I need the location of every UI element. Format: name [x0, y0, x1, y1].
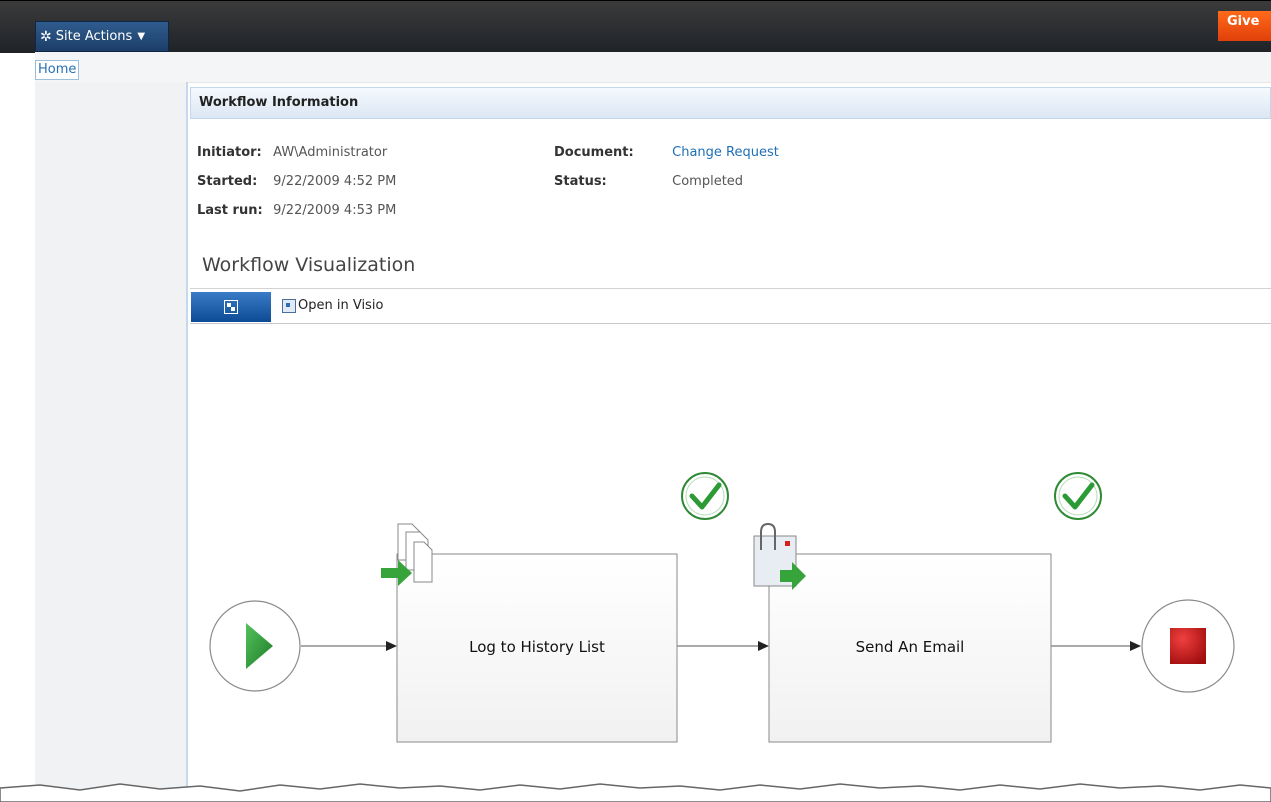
- status-field: Status: Completed: [554, 174, 743, 189]
- workflow-information-header: Workflow Information: [190, 87, 1271, 119]
- home-link[interactable]: Home: [35, 60, 79, 80]
- step-email-label: Send An Email: [856, 638, 965, 656]
- document-link[interactable]: Change Request: [672, 145, 779, 160]
- checkmark-icon: [681, 472, 729, 520]
- workflow-visualization-title: Workflow Visualization: [202, 254, 416, 276]
- breadcrumb: Home: [35, 52, 1271, 83]
- give-feedback-button[interactable]: Give: [1218, 11, 1271, 41]
- initiator-label: Initiator:: [197, 145, 262, 160]
- last-run-label: Last run:: [197, 203, 263, 218]
- top-bar: ✲ Site Actions ▼ Give: [0, 0, 1271, 53]
- connector-email-to-end: [1051, 641, 1141, 651]
- chevron-down-icon: ▼: [137, 31, 146, 42]
- document-label: Document:: [554, 145, 634, 160]
- site-actions-label: Site Actions: [55, 29, 133, 44]
- document-field: Document: Change Request: [554, 145, 779, 160]
- step-log-to-history[interactable]: Log to History List: [396, 553, 678, 743]
- started-field: Started: 9/22/2009 4:52 PM: [197, 174, 396, 189]
- visio-icon: [282, 298, 296, 313]
- workflow-diagram: Log to History List Send An Email: [209, 472, 1235, 743]
- initiator-field: Initiator: AW\Administrator: [197, 145, 387, 160]
- start-node: [209, 600, 301, 692]
- diagram-view-icon: [224, 300, 238, 314]
- status-value: Completed: [672, 174, 744, 189]
- connector-log-to-email: [677, 641, 769, 651]
- open-in-visio-label: Open in Visio: [298, 298, 384, 313]
- end-node: [1141, 599, 1235, 693]
- gear-icon: ✲: [40, 28, 52, 45]
- initiator-value: AW\Administrator: [273, 145, 388, 160]
- open-in-visio-button[interactable]: Open in Visio: [282, 298, 383, 313]
- checkmark-icon: [1054, 472, 1102, 520]
- started-label: Started:: [197, 174, 258, 189]
- site-actions-menu[interactable]: ✲ Site Actions ▼: [35, 21, 169, 52]
- started-value: 9/22/2009 4:52 PM: [273, 174, 397, 189]
- log-history-icon: [381, 523, 433, 586]
- main-content: Workflow Information Initiator: AW\Admin…: [188, 82, 1271, 802]
- step-log-label: Log to History List: [469, 638, 605, 656]
- stop-icon: [1170, 628, 1206, 664]
- torn-edge-decoration: [0, 783, 1271, 802]
- diagram-view-button[interactable]: [191, 292, 271, 322]
- connector-start-to-log: [301, 641, 397, 651]
- status-label: Status:: [554, 174, 607, 189]
- last-run-value: 9/22/2009 4:53 PM: [273, 203, 397, 218]
- visualization-toolbar: Open in Visio: [190, 288, 1271, 324]
- left-navigation: [35, 82, 188, 802]
- last-run-field: Last run: 9/22/2009 4:53 PM: [197, 203, 396, 218]
- step-send-email[interactable]: Send An Email: [768, 553, 1052, 743]
